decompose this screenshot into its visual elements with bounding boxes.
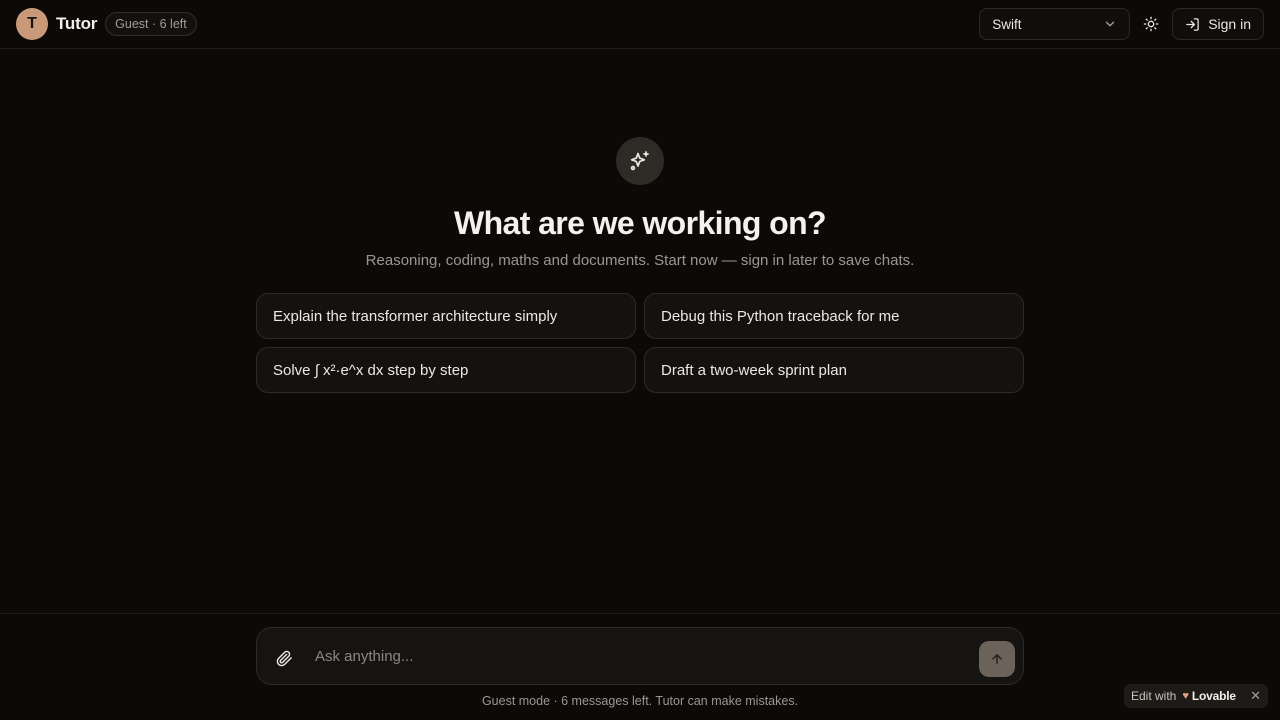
- sign-in-button[interactable]: Sign in: [1172, 8, 1264, 40]
- close-icon[interactable]: ✕: [1250, 688, 1261, 704]
- model-select-value: Swift: [992, 16, 1022, 32]
- guest-badge: Guest · 6 left: [105, 12, 197, 36]
- model-select[interactable]: Swift: [979, 8, 1131, 40]
- send-button[interactable]: [979, 641, 1015, 677]
- suggestion-card[interactable]: Explain the transformer architecture sim…: [256, 293, 636, 339]
- suggestion-card[interactable]: Debug this Python traceback for me: [644, 293, 1024, 339]
- lovable-brand: Lovable: [1191, 689, 1236, 703]
- sun-icon: [1143, 16, 1159, 32]
- page-title: What are we working on?: [453, 205, 827, 241]
- sparkle-icon: [630, 151, 649, 171]
- sign-in-label: Sign in: [1208, 16, 1251, 32]
- edit-with-label: Edit with: [1131, 689, 1177, 703]
- composer-area: Guest mode · 6 messages left. Tutor can …: [0, 613, 1280, 720]
- page-subtitle: Reasoning, coding, maths and documents. …: [365, 252, 915, 269]
- sign-in-icon: [1186, 17, 1199, 31]
- app-name: Tutor: [56, 14, 98, 33]
- lovable-logo-icon: ♥: [1182, 690, 1189, 702]
- arrow-up-icon: [992, 654, 1002, 664]
- paperclip-icon: [276, 650, 292, 666]
- avatar: T: [16, 8, 48, 40]
- suggestion-grid: Explain the transformer architecture sim…: [256, 293, 1024, 393]
- theme-toggle-button[interactable]: [1136, 9, 1166, 39]
- brand: T Tutor Guest · 6 left: [16, 8, 197, 40]
- suggestion-card[interactable]: Draft a two-week sprint plan: [644, 347, 1024, 393]
- composer: [256, 627, 1024, 685]
- sparkle-badge: [616, 137, 664, 185]
- top-bar: T Tutor Guest · 6 left Swift Sign in: [0, 0, 1280, 49]
- chevron-down-icon: [1105, 21, 1115, 27]
- hero: What are we working on? Reasoning, codin…: [0, 137, 1280, 269]
- header-controls: Swift Sign in: [979, 8, 1264, 40]
- suggestion-card[interactable]: Solve ∫ x²·e^x dx step by step: [256, 347, 636, 393]
- attach-button[interactable]: [273, 647, 295, 669]
- composer-footnote: Guest mode · 6 messages left. Tutor can …: [481, 694, 799, 708]
- message-input[interactable]: [315, 640, 965, 672]
- edit-with-lovable-badge[interactable]: Edit with ♥ Lovable ✕: [1124, 684, 1268, 708]
